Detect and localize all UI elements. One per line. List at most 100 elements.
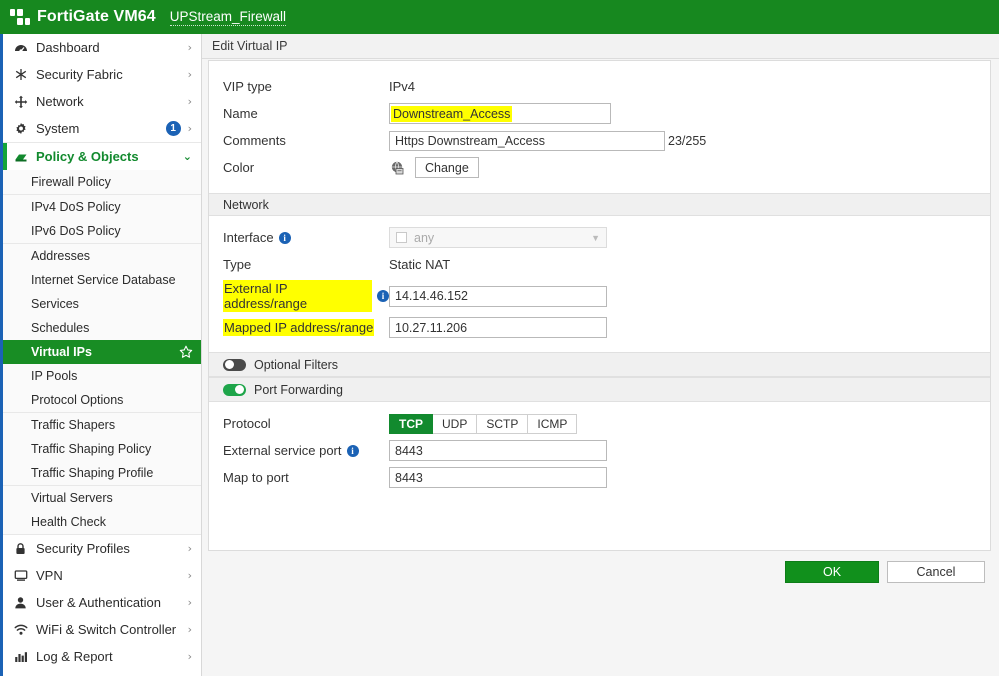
map-to-port-row: Map to port — [209, 466, 990, 489]
protocol-label: Protocol — [223, 416, 389, 431]
external-service-port-label-text: External service port — [223, 443, 342, 458]
sidebar-item-network[interactable]: Network› — [3, 88, 201, 115]
sidebar-item-label: Network — [36, 94, 188, 109]
chevron-right-icon: › — [188, 596, 192, 609]
chart-icon — [12, 650, 29, 664]
type-row: Type Static NAT — [209, 253, 990, 276]
general-form-section: VIP type IPv4 Name Downstream_Access Com… — [209, 61, 990, 193]
page-title: Edit Virtual IP — [212, 39, 288, 53]
sidebar-top-group: Dashboard›Security Fabric›Network›System… — [3, 34, 201, 143]
sidebar-expanded-group: Policy & Objects⌄ — [3, 143, 201, 170]
vip-type-value: IPv4 — [389, 79, 415, 94]
sidebar-item-health-check[interactable]: Health Check — [3, 510, 201, 534]
color-label: Color — [223, 160, 389, 175]
map-to-port-label: Map to port — [223, 470, 389, 485]
sidebar-item-traffic-shaping-policy[interactable]: Traffic Shaping Policy — [3, 437, 201, 461]
port-forwarding-body: Protocol TCPUDPSCTPICMP External service… — [209, 402, 990, 502]
sidebar-subgroup: AddressesInternet Service DatabaseServic… — [3, 244, 201, 413]
sidebar-item-label: Traffic Shaping Policy — [31, 442, 151, 456]
optional-filters-toggle[interactable] — [223, 359, 246, 371]
sidebar-item-label: Protocol Options — [31, 393, 123, 407]
favorite-star-icon[interactable] — [179, 345, 193, 359]
name-label: Name — [223, 106, 389, 121]
chevron-right-icon: › — [188, 569, 192, 582]
sidebar-item-user-authentication[interactable]: User & Authentication› — [3, 589, 201, 616]
cancel-button[interactable]: Cancel — [887, 561, 985, 583]
chevron-right-icon: › — [188, 542, 192, 555]
protocol-option-udp[interactable]: UDP — [433, 414, 477, 434]
notification-badge: 1 — [166, 121, 181, 136]
info-icon[interactable]: i — [377, 290, 389, 302]
sidebar-item-security-profiles[interactable]: Security Profiles› — [3, 535, 201, 562]
dashboard-icon — [12, 41, 29, 55]
fortinet-logo-icon — [10, 9, 30, 25]
sidebar-item-policy-objects[interactable]: Policy & Objects⌄ — [3, 143, 201, 170]
sidebar-item-label: Security Profiles — [36, 541, 188, 556]
network-section-body: Interface i any ▼ Type Static NAT Ext — [209, 216, 990, 352]
monitor-icon — [12, 569, 29, 583]
hostname-link[interactable]: UPStream_Firewall — [170, 9, 286, 26]
name-input[interactable] — [389, 103, 611, 124]
sidebar-item-internet-service-database[interactable]: Internet Service Database — [3, 268, 201, 292]
network-section-title: Network — [223, 198, 269, 212]
port-forwarding-row[interactable]: Port Forwarding — [209, 377, 990, 402]
sidebar-item-traffic-shapers[interactable]: Traffic Shapers — [3, 413, 201, 437]
sidebar-item-protocol-options[interactable]: Protocol Options — [3, 388, 201, 412]
sidebar-item-ipv6-dos-policy[interactable]: IPv6 DoS Policy — [3, 219, 201, 243]
protocol-option-sctp[interactable]: SCTP — [477, 414, 528, 434]
sidebar-item-dashboard[interactable]: Dashboard› — [3, 34, 201, 61]
sidebar-item-vpn[interactable]: VPN› — [3, 562, 201, 589]
optional-filters-row[interactable]: Optional Filters — [209, 352, 990, 377]
info-icon[interactable]: i — [347, 445, 359, 457]
external-service-port-input[interactable] — [389, 440, 607, 461]
chevron-down-icon: ⌄ — [183, 150, 192, 163]
sidebar-item-system[interactable]: System1 › — [3, 115, 201, 142]
interface-select[interactable]: any ▼ — [389, 227, 607, 248]
mapped-ip-label: Mapped IP address/range — [223, 319, 389, 336]
sidebar-item-addresses[interactable]: Addresses — [3, 244, 201, 268]
map-to-port-input[interactable] — [389, 467, 607, 488]
sidebar-item-virtual-ips[interactable]: Virtual IPs — [3, 340, 201, 364]
port-forwarding-toggle[interactable] — [223, 384, 246, 396]
security-fabric-icon — [12, 68, 29, 82]
protocol-option-icmp[interactable]: ICMP — [528, 414, 577, 434]
name-row: Name Downstream_Access — [209, 102, 990, 125]
sidebar-item-ip-pools[interactable]: IP Pools — [3, 364, 201, 388]
sidebar-item-log-report[interactable]: Log & Report› — [3, 643, 201, 670]
sidebar-sub-groups: Firewall PolicyIPv4 DoS PolicyIPv6 DoS P… — [3, 170, 201, 535]
protocol-option-tcp[interactable]: TCP — [389, 414, 433, 434]
comments-wrapper: Https Downstream_Access 23/255 — [389, 131, 706, 151]
dialog-footer: OK Cancel — [202, 561, 999, 583]
external-ip-row: External IP address/range i — [209, 280, 990, 312]
sidebar-item-services[interactable]: Services — [3, 292, 201, 316]
sidebar-item-label: WiFi & Switch Controller — [36, 622, 188, 637]
sidebar-item-firewall-policy[interactable]: Firewall Policy — [3, 170, 201, 194]
sidebar-item-traffic-shaping-profile[interactable]: Traffic Shaping Profile — [3, 461, 201, 485]
color-change-button[interactable]: Change — [415, 157, 479, 178]
comments-counter: 23/255 — [668, 131, 706, 148]
sidebar: Dashboard›Security Fabric›Network›System… — [0, 34, 202, 676]
chevron-right-icon: › — [188, 95, 192, 108]
sidebar-item-ipv4-dos-policy[interactable]: IPv4 DoS Policy — [3, 195, 201, 219]
sidebar-item-security-fabric[interactable]: Security Fabric› — [3, 61, 201, 88]
comments-textarea[interactable]: Https Downstream_Access — [389, 131, 665, 151]
chevron-right-icon: › — [188, 623, 192, 636]
external-ip-input[interactable] — [389, 286, 607, 307]
chevron-right-icon: › — [188, 122, 192, 135]
info-icon[interactable]: i — [279, 232, 291, 244]
sidebar-item-label: IP Pools — [31, 369, 77, 383]
interface-label: Interface i — [223, 230, 389, 245]
network-icon — [12, 95, 29, 109]
sidebar-item-schedules[interactable]: Schedules — [3, 316, 201, 340]
sidebar-item-label: Health Check — [31, 515, 106, 529]
ok-button[interactable]: OK — [785, 561, 879, 583]
sidebar-item-label: System — [36, 121, 166, 136]
name-input-wrapper: Downstream_Access — [389, 103, 611, 124]
sidebar-subgroup: Traffic Shapers Traffic Shaping Policy Tra… — [3, 413, 201, 486]
sidebar-item-label: Traffic Shapers — [31, 418, 115, 432]
sidebar-item-label: Log & Report — [36, 649, 188, 664]
mapped-ip-input[interactable] — [389, 317, 607, 338]
sidebar-item-virtual-servers[interactable]: Virtual Servers — [3, 486, 201, 510]
sidebar-item-wifi-switch-controller[interactable]: WiFi & Switch Controller› — [3, 616, 201, 643]
sidebar-item-label: Dashboard — [36, 40, 188, 55]
